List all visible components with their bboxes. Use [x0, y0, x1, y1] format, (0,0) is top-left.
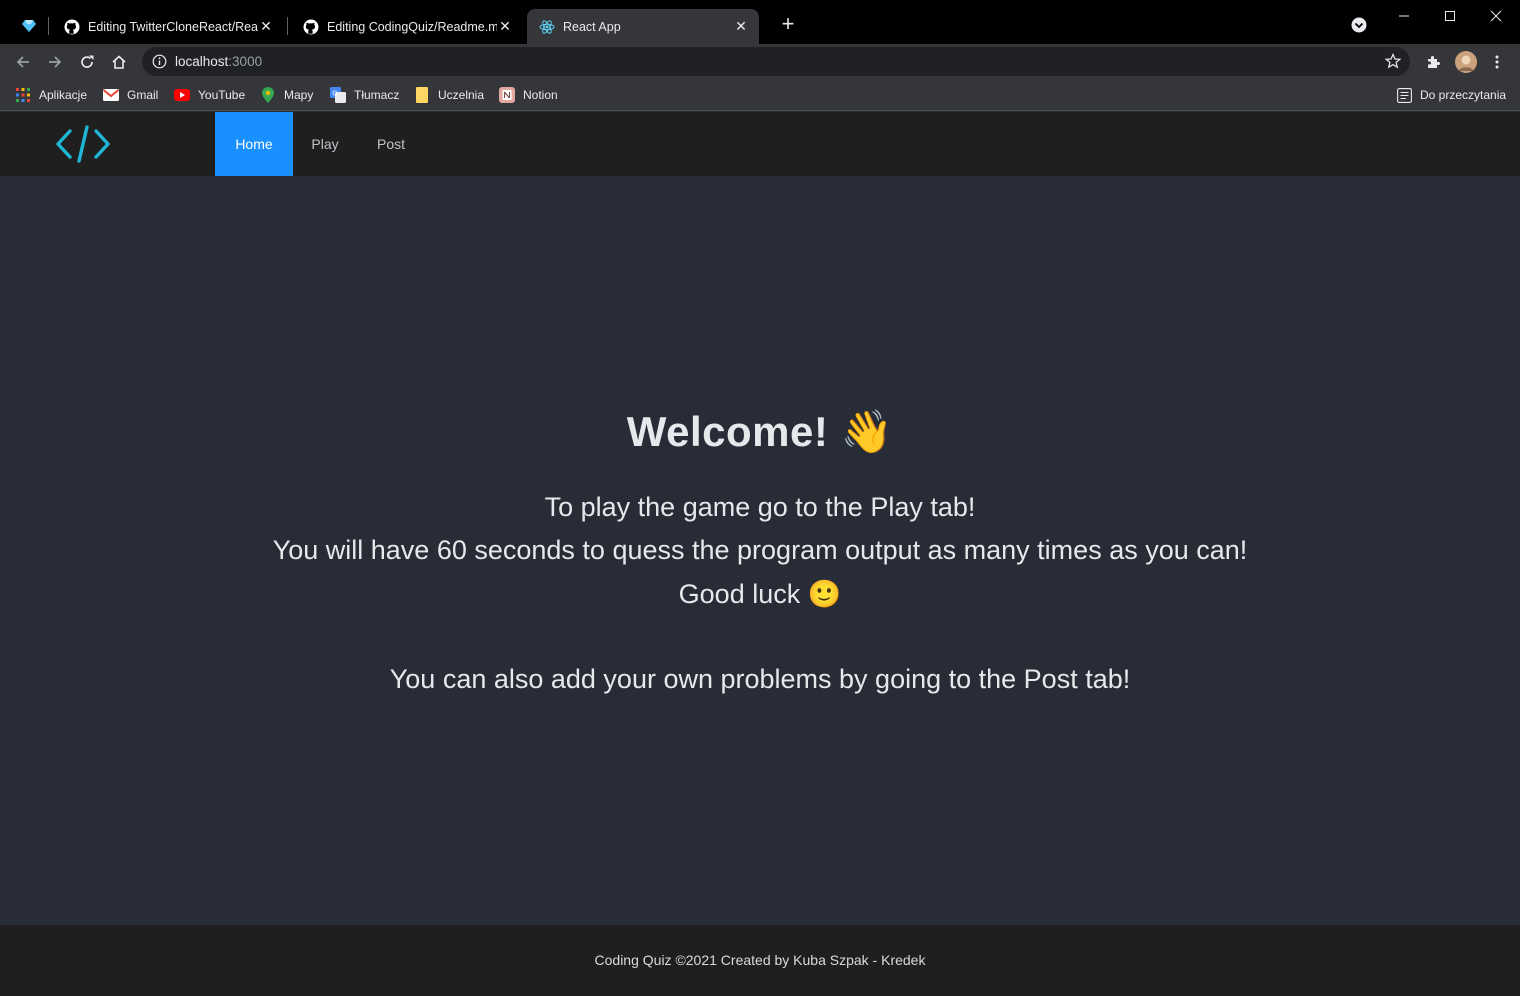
url-host: localhost [175, 54, 229, 69]
instruction-play: To play the game go to the Play tab! [544, 492, 976, 522]
reading-list-button[interactable]: Do przeczytania [1396, 86, 1506, 104]
react-icon [539, 19, 555, 34]
gem-icon [22, 20, 36, 32]
back-button[interactable] [13, 52, 33, 72]
bookmark-gmail[interactable]: Gmail [103, 86, 158, 104]
extensions-button[interactable] [1424, 53, 1442, 71]
tab-twitter-clone-readme[interactable]: Editing TwitterCloneReact/Readme ✕ [52, 9, 284, 44]
app-navbar: Home Play Post [0, 112, 1520, 176]
folder-icon [414, 87, 430, 103]
bookmark-label: Tłumacz [354, 88, 400, 102]
translate-icon: G [330, 87, 346, 103]
tab-codingquiz-readme[interactable]: Editing CodingQuiz/Readme.md ✕ [291, 9, 523, 44]
tab-separator [48, 17, 49, 35]
maximize-button[interactable] [1439, 6, 1461, 26]
browser-tab-bar: Editing TwitterCloneReact/Readme ✕ Editi… [0, 0, 1520, 44]
footer-credit: Coding Quiz ©2021 Created by Kuba Szpak … [594, 952, 926, 968]
apps-grid-icon [15, 87, 31, 103]
youtube-icon [174, 87, 190, 103]
main-content: Welcome! 👋 To play the game go to the Pl… [0, 176, 1520, 925]
tab-separator [287, 17, 288, 35]
close-icon [1490, 10, 1502, 22]
bookmark-label: Mapy [284, 88, 314, 102]
url-text: localhost:3000 [175, 54, 262, 69]
info-icon[interactable] [152, 54, 167, 69]
instruction-post: You can also add your own problems by go… [389, 664, 1131, 694]
url-port: :3000 [228, 54, 263, 69]
github-icon [64, 19, 80, 34]
forward-button[interactable] [45, 52, 65, 72]
bookmark-aplikacje[interactable]: Aplikacje [15, 86, 87, 104]
tab-title: Editing TwitterCloneReact/Readme [88, 19, 258, 34]
bookmarks-bar: Aplikacje Gmail YouTube Mapy G Tłumacz U… [0, 80, 1520, 111]
bookmark-notion[interactable]: Notion [499, 86, 558, 104]
bookmark-label: Aplikacje [39, 88, 88, 102]
bookmark-label: YouTube [198, 88, 246, 102]
browser-toolbar: localhost:3000 [0, 44, 1520, 80]
pinned-tab[interactable] [14, 12, 44, 40]
good-luck-text: Good luck 🙂 [678, 579, 842, 609]
notion-icon [499, 87, 515, 103]
reading-list-label: Do przeczytania [1420, 88, 1507, 102]
profile-avatar[interactable] [1455, 51, 1477, 73]
minimize-icon [1399, 15, 1409, 17]
bookmark-label: Uczelnia [438, 88, 485, 102]
bookmark-mapy[interactable]: Mapy [260, 86, 313, 104]
gmail-icon [103, 87, 119, 103]
reload-button[interactable] [77, 52, 97, 72]
address-bar[interactable]: localhost:3000 [142, 47, 1410, 76]
avatar-icon [1455, 51, 1477, 73]
new-tab-button[interactable]: + [777, 13, 799, 36]
reload-icon [81, 55, 94, 68]
bookmark-label: Notion [523, 88, 558, 102]
page-footer: Coding Quiz ©2021 Created by Kuba Szpak … [0, 925, 1520, 996]
bookmark-uczelnia[interactable]: Uczelnia [414, 86, 484, 104]
tab-title: React App [563, 19, 621, 34]
arrow-right-icon [49, 56, 62, 68]
code-logo-icon[interactable] [54, 124, 112, 164]
close-tab-icon[interactable]: ✕ [733, 18, 749, 35]
bookmark-star-icon[interactable] [1385, 53, 1401, 69]
nav-home[interactable]: Home [215, 112, 293, 176]
tab-search-icon [1351, 17, 1367, 33]
welcome-heading: Welcome! 👋 [626, 408, 894, 455]
arrow-left-icon [16, 56, 29, 68]
close-tab-icon[interactable]: ✕ [258, 18, 274, 35]
tab-react-app[interactable]: React App ✕ [527, 9, 759, 44]
tab-title: Editing CodingQuiz/Readme.md [327, 19, 497, 34]
maps-pin-icon [260, 87, 276, 103]
puzzle-icon [1428, 56, 1440, 68]
bookmark-tlumacz[interactable]: G Tłumacz [330, 86, 399, 104]
reading-list-icon [1396, 87, 1412, 103]
instruction-timer: You will have 60 seconds to quess the pr… [272, 535, 1248, 565]
nav-play[interactable]: Play [296, 112, 354, 176]
github-icon [303, 19, 319, 34]
more-vertical-icon [1495, 55, 1499, 69]
browser-menu-button[interactable] [1488, 53, 1506, 71]
maximize-icon [1445, 11, 1455, 21]
bookmark-youtube[interactable]: YouTube [174, 86, 245, 104]
nav-post[interactable]: Post [362, 112, 420, 176]
home-button[interactable] [109, 52, 129, 72]
close-tab-icon[interactable]: ✕ [497, 18, 513, 35]
home-icon [112, 55, 126, 69]
tab-search-button[interactable] [1350, 16, 1368, 34]
minimize-button[interactable] [1393, 6, 1415, 26]
bookmark-label: Gmail [127, 88, 159, 102]
svg-text:G: G [332, 90, 337, 98]
close-window-button[interactable] [1485, 6, 1507, 26]
